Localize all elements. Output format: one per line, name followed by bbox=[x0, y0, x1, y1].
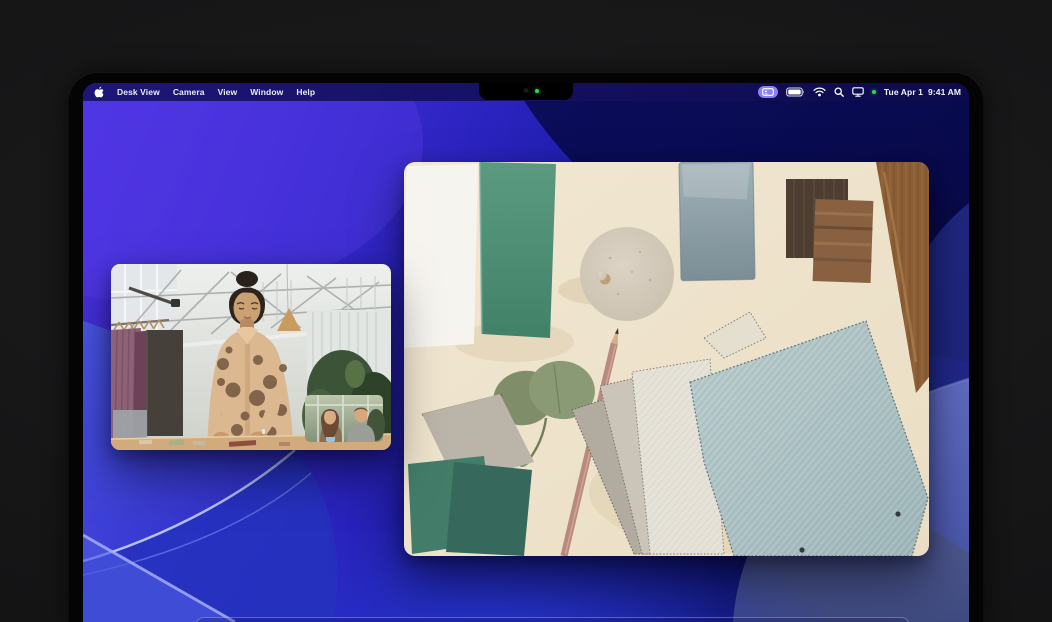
camera-lens bbox=[524, 88, 529, 93]
participants-thumbnail[interactable] bbox=[305, 395, 385, 442]
menu-item-desk-view[interactable]: Desk View bbox=[117, 87, 160, 97]
battery-icon[interactable] bbox=[786, 87, 805, 97]
menu-bar-clock[interactable]: Tue Apr 1 9:41 AM bbox=[884, 87, 961, 97]
menu-item-camera[interactable]: Camera bbox=[173, 87, 205, 97]
wifi-icon[interactable] bbox=[813, 87, 826, 97]
menu-bar-left: Desk View Camera View Window Help bbox=[83, 86, 315, 98]
apple-logo-icon[interactable] bbox=[94, 86, 104, 98]
menu-item-window[interactable]: Window bbox=[250, 87, 283, 97]
macbook-bezel: Desk View Camera View Window Help bbox=[68, 72, 984, 622]
camera-active-dot bbox=[872, 90, 876, 94]
continuity-camera-display-icon[interactable] bbox=[852, 87, 864, 97]
date-label: Tue Apr 1 bbox=[884, 87, 923, 97]
presenter-video bbox=[111, 264, 391, 450]
menu-bar-status: Tue Apr 1 9:41 AM bbox=[758, 86, 969, 98]
camera-active-indicator bbox=[535, 89, 539, 93]
camera-notch bbox=[479, 83, 573, 100]
menu-item-view[interactable]: View bbox=[218, 87, 238, 97]
time-label: 9:41 AM bbox=[928, 87, 961, 97]
scene-background: Desk View Camera View Window Help bbox=[0, 0, 1052, 622]
macbook-display: Desk View Camera View Window Help bbox=[83, 83, 969, 622]
background-window-edge[interactable] bbox=[195, 617, 910, 622]
video-call-window[interactable] bbox=[111, 264, 391, 450]
presenter-overlay-pill-icon[interactable] bbox=[758, 86, 778, 98]
desk-view-window[interactable] bbox=[404, 162, 929, 556]
desk-photo bbox=[404, 162, 929, 556]
spotlight-search-icon[interactable] bbox=[834, 87, 844, 97]
menu-item-help[interactable]: Help bbox=[296, 87, 315, 97]
